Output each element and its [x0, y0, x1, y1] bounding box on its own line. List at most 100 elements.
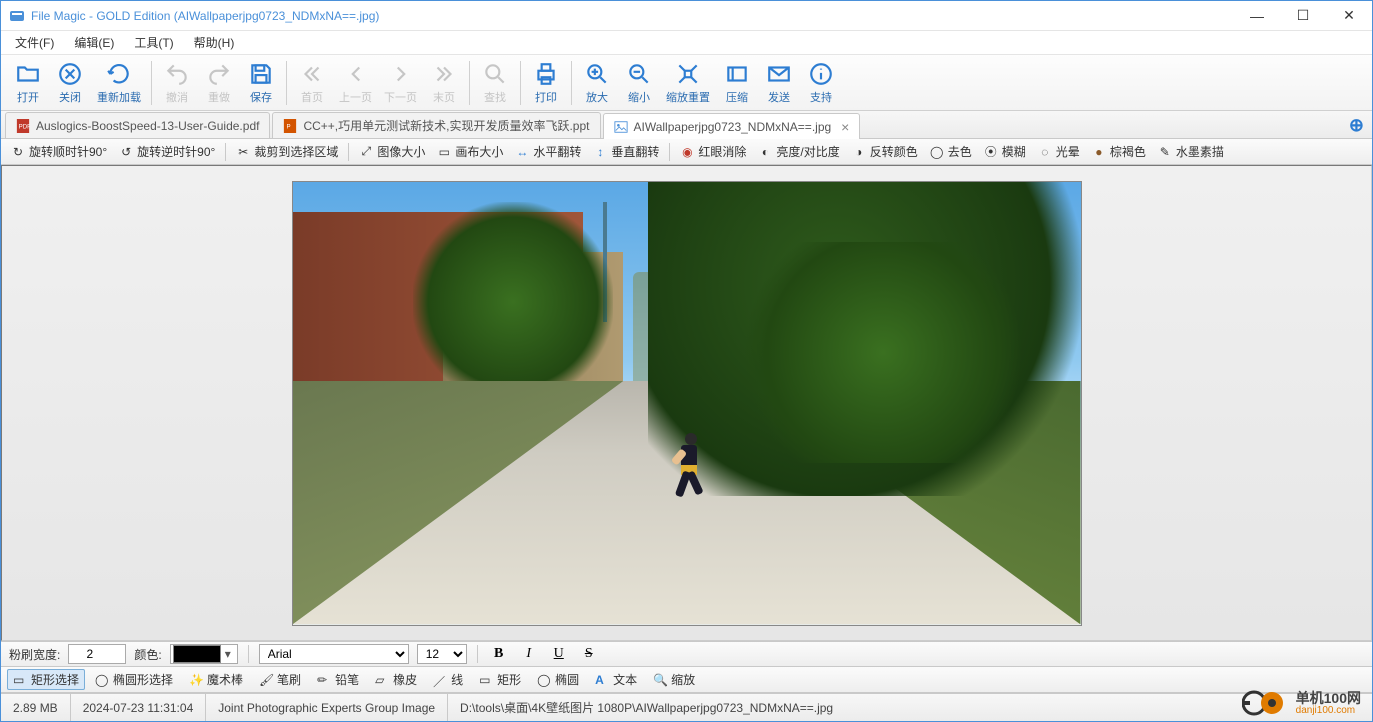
last-label: 末页: [433, 89, 455, 105]
brightness-button[interactable]: ◐亮度/对比度: [754, 141, 843, 162]
mail-icon: [766, 61, 792, 87]
zoom-in-icon: [584, 61, 610, 87]
save-label: 保存: [250, 89, 272, 105]
app-icon: [9, 8, 25, 24]
menu-tools[interactable]: 工具(T): [124, 31, 183, 54]
menu-help[interactable]: 帮助(H): [184, 31, 245, 54]
ellipse-tool[interactable]: ◯椭圆: [531, 669, 585, 690]
zoom-out-button[interactable]: 缩小: [618, 57, 660, 109]
send-button[interactable]: 发送: [758, 57, 800, 109]
compress-icon: [724, 61, 750, 87]
desaturate-button[interactable]: ◯去色: [926, 141, 976, 162]
italic-button[interactable]: I: [518, 644, 540, 664]
invert-label: 反转颜色: [870, 143, 918, 160]
zoom-reset-label: 缩放重置: [666, 89, 710, 105]
compress-button[interactable]: 压缩: [716, 57, 758, 109]
tab-jpg[interactable]: AIWallpaperjpg0723_NDMxNA==.jpg ×: [603, 113, 861, 139]
info-icon: [808, 61, 834, 87]
rect-select-tool[interactable]: ▭ 矩形选择: [7, 669, 85, 690]
halo-button[interactable]: ◌光晕: [1034, 141, 1084, 162]
zoom-in-button[interactable]: 放大: [576, 57, 618, 109]
sepia-button[interactable]: ●棕褐色: [1088, 141, 1150, 162]
rotate-cw-icon: ↻: [11, 145, 25, 159]
undo-button[interactable]: 撤消: [156, 57, 198, 109]
brightness-label: 亮度/对比度: [776, 143, 839, 160]
crop-icon: ✂: [236, 145, 250, 159]
image-preview: [292, 181, 1082, 626]
line-tool[interactable]: ／线: [427, 669, 469, 690]
zoom-icon: 🔍: [653, 673, 667, 687]
text-tool[interactable]: A文本: [589, 669, 643, 690]
strike-button[interactable]: S: [578, 644, 600, 664]
rotate-cw-button[interactable]: ↻旋转顺时针90°: [7, 141, 111, 162]
font-size-select[interactable]: 12: [417, 644, 467, 664]
brush-width-input[interactable]: [68, 644, 126, 664]
find-button[interactable]: 查找: [474, 57, 516, 109]
find-label: 查找: [484, 89, 506, 105]
status-filesize: 2.89 MB: [11, 694, 71, 721]
prev-page-button[interactable]: 上一页: [333, 57, 378, 109]
canvas-area[interactable]: [1, 165, 1372, 641]
wand-icon: ✨: [189, 673, 203, 687]
flip-h-button[interactable]: ↔水平翻转: [511, 141, 585, 162]
tab-bar: PDF Auslogics-BoostSpeed-13-User-Guide.p…: [1, 111, 1372, 139]
ink-button[interactable]: ✎水墨素描: [1154, 141, 1228, 162]
bold-button[interactable]: B: [488, 644, 510, 664]
add-tab-button[interactable]: ⊕: [1349, 115, 1364, 136]
print-button[interactable]: 打印: [525, 57, 567, 109]
close-button[interactable]: ✕: [1326, 1, 1372, 31]
blur-button[interactable]: ⦿模糊: [980, 141, 1030, 162]
crop-button[interactable]: ✂裁剪到选择区域: [232, 141, 342, 162]
redo-button[interactable]: 重做: [198, 57, 240, 109]
save-button[interactable]: 保存: [240, 57, 282, 109]
invert-icon: ◑: [852, 145, 866, 159]
next-icon: [388, 61, 414, 87]
brush-tool[interactable]: 🖌笔刷: [253, 669, 307, 690]
menu-file[interactable]: 文件(F): [5, 31, 64, 54]
canvas-size-button[interactable]: ▭画布大小: [433, 141, 507, 162]
close-file-button[interactable]: 关闭: [49, 57, 91, 109]
tab-close-icon[interactable]: ×: [837, 119, 849, 135]
support-button[interactable]: 支持: [800, 57, 842, 109]
ellipse-select-tool[interactable]: ◯椭圆形选择: [89, 669, 179, 690]
redeye-button[interactable]: ◉红眼消除: [676, 141, 750, 162]
zoom-reset-button[interactable]: 缩放重置: [660, 57, 716, 109]
pencil-tool[interactable]: ✏铅笔: [311, 669, 365, 690]
maximize-button[interactable]: ☐: [1280, 1, 1326, 31]
color-picker[interactable]: ▾: [170, 644, 238, 664]
rect-select-icon: ▭: [13, 673, 27, 687]
next-page-button[interactable]: 下一页: [378, 57, 423, 109]
eraser-tool[interactable]: ▱橡皮: [369, 669, 423, 690]
tab-ppt[interactable]: P CC++,巧用单元测试新技术,实现开发质量效率飞跃.ppt: [272, 112, 600, 138]
close-label: 关闭: [59, 89, 81, 105]
rect-label: 矩形: [497, 671, 521, 688]
tab-pdf[interactable]: PDF Auslogics-BoostSpeed-13-User-Guide.p…: [5, 112, 270, 138]
rect-select-label: 矩形选择: [31, 671, 79, 688]
flip-v-button[interactable]: ↕ 垂直翻转: [589, 141, 663, 162]
status-path: D:\tools\桌面\4K壁纸图片 1080P\AIWallpaperjpg0…: [448, 694, 1362, 721]
sepia-label: 棕褐色: [1110, 143, 1146, 160]
zoom-label: 缩放: [671, 671, 695, 688]
font-family-select[interactable]: Arial: [259, 644, 409, 664]
ellipse-select-icon: ◯: [95, 673, 109, 687]
zoom-tool[interactable]: 🔍 缩放: [647, 669, 701, 690]
open-button[interactable]: 打开: [7, 57, 49, 109]
minimize-button[interactable]: —: [1234, 1, 1280, 31]
zoom-reset-icon: [675, 61, 701, 87]
image-size-button[interactable]: ⤢图像大小: [355, 141, 429, 162]
first-page-button[interactable]: 首页: [291, 57, 333, 109]
invert-button[interactable]: ◑ 反转颜色: [848, 141, 922, 162]
reload-icon: [106, 61, 132, 87]
flip-v-icon: ↕: [593, 145, 607, 159]
menu-edit[interactable]: 编辑(E): [64, 31, 124, 54]
flip-v-label: 垂直翻转: [611, 143, 659, 160]
save-icon: [248, 61, 274, 87]
menubar: 文件(F) 编辑(E) 工具(T) 帮助(H): [1, 31, 1372, 55]
rotate-ccw-button[interactable]: ↺旋转逆时针90°: [115, 141, 219, 162]
redeye-label: 红眼消除: [698, 143, 746, 160]
underline-button[interactable]: U: [548, 644, 570, 664]
reload-button[interactable]: 重新加载: [91, 57, 147, 109]
rect-tool[interactable]: ▭矩形: [473, 669, 527, 690]
last-page-button[interactable]: 末页: [423, 57, 465, 109]
magic-wand-tool[interactable]: ✨魔术棒: [183, 669, 249, 690]
